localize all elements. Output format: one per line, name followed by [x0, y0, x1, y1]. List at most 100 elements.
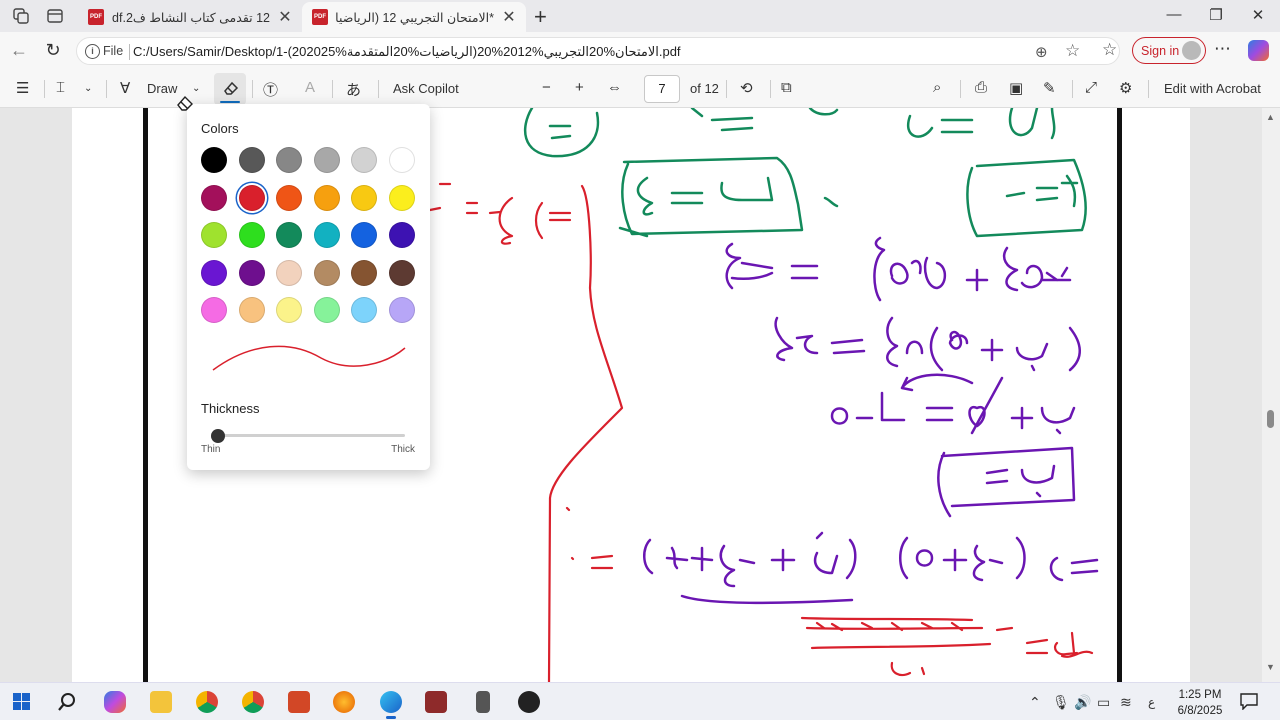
color-swatch[interactable]: [313, 184, 340, 211]
color-swatch[interactable]: [351, 259, 378, 286]
color-swatch[interactable]: [313, 259, 340, 286]
fullscreen-icon[interactable]: ⤢: [1085, 79, 1097, 96]
thickness-slider-track[interactable]: [215, 434, 405, 437]
zoom-in-icon[interactable]: +: [575, 79, 584, 96]
powerpoint-icon[interactable]: [288, 691, 310, 713]
read-aloud-icon[interactable]: あ: [346, 79, 361, 100]
color-swatch[interactable]: [276, 184, 303, 211]
color-swatch[interactable]: [313, 297, 340, 323]
copilot-app-icon[interactable]: [104, 691, 126, 713]
color-swatch[interactable]: [276, 259, 303, 286]
battery-icon[interactable]: ▭: [1097, 694, 1110, 711]
color-swatch[interactable]: [238, 259, 265, 286]
calculator-icon[interactable]: [476, 691, 490, 713]
color-swatch[interactable]: [238, 222, 265, 248]
close-window-icon[interactable]: ✕: [1248, 6, 1268, 24]
refresh-icon[interactable]: ↻: [42, 40, 64, 61]
obs-icon[interactable]: [518, 691, 540, 713]
color-swatch[interactable]: [201, 259, 227, 286]
color-swatch[interactable]: [388, 147, 415, 173]
tab-activity-book[interactable]: PDF 12 تقدمى كتاب النشاط ف2.pdf ✕: [78, 2, 302, 32]
wifi-icon[interactable]: ≋: [1120, 694, 1132, 711]
ask-copilot-button[interactable]: Ask Copilot: [393, 81, 459, 96]
address-bar[interactable]: i File C:/Users/Samir/Desktop/1-(202025%…: [76, 37, 1120, 65]
fit-width-icon[interactable]: ⇔: [607, 79, 622, 96]
close-tab-icon[interactable]: ✕: [278, 7, 292, 27]
chrome-icon[interactable]: [242, 691, 264, 713]
site-info-icon[interactable]: i: [85, 44, 100, 59]
highlight-icon[interactable]: ⌶: [56, 79, 65, 96]
color-swatch[interactable]: [351, 147, 378, 173]
color-swatch[interactable]: [276, 297, 303, 323]
sign-in-button[interactable]: Sign in: [1132, 37, 1206, 64]
save-as-icon[interactable]: ✎: [1043, 79, 1056, 97]
thickness-slider-handle[interactable]: [211, 429, 225, 443]
scrollbar-thumb[interactable]: [1267, 410, 1274, 428]
favorite-star-icon[interactable]: ☆: [1065, 41, 1080, 61]
color-swatch[interactable]: [238, 297, 265, 323]
page-view-icon[interactable]: ⧉: [781, 79, 792, 96]
contents-icon[interactable]: ☰: [16, 79, 29, 97]
color-swatch[interactable]: [201, 222, 227, 248]
search-icon[interactable]: ⌕: [933, 79, 941, 96]
settings-gear-icon[interactable]: ⚙: [1119, 79, 1132, 97]
draw-button[interactable]: Draw: [147, 81, 177, 96]
notifications-icon[interactable]: [1240, 693, 1258, 710]
new-tab-icon[interactable]: +: [534, 4, 547, 30]
more-menu-icon[interactable]: ⋯: [1214, 39, 1231, 59]
text-format-icon[interactable]: A: [305, 79, 315, 96]
workspaces-icon[interactable]: [12, 7, 30, 25]
chrome-profile-icon[interactable]: [196, 691, 218, 713]
add-text-icon[interactable]: Ⓣ: [263, 79, 278, 100]
winrar-icon[interactable]: [425, 691, 447, 713]
color-swatch[interactable]: [276, 147, 303, 173]
volume-icon[interactable]: 🔊: [1074, 694, 1091, 711]
windows-start-icon[interactable]: [13, 693, 30, 710]
zoom-icon[interactable]: ⊕: [1035, 43, 1048, 61]
color-swatch[interactable]: [313, 222, 340, 248]
color-swatch[interactable]: [351, 297, 378, 323]
search-icon[interactable]: [57, 692, 77, 712]
color-swatch[interactable]: [238, 184, 265, 211]
scroll-up-icon[interactable]: ▲: [1266, 112, 1275, 122]
color-swatch[interactable]: [201, 184, 227, 211]
zoom-out-icon[interactable]: −: [542, 79, 551, 96]
microphone-icon[interactable]: 🎙: [1052, 694, 1070, 711]
close-tab-icon[interactable]: ✕: [502, 7, 516, 27]
favorites-icon[interactable]: ☆: [1102, 40, 1117, 60]
clock[interactable]: 1:25 PM 6/8/2025: [1170, 687, 1230, 719]
print-icon[interactable]: ⎙: [975, 79, 987, 96]
url-text[interactable]: C:/Users/Samir/Desktop/1-(202025%الامتحا…: [133, 44, 681, 60]
edge-icon[interactable]: [380, 691, 402, 719]
firefox-icon[interactable]: [333, 691, 355, 713]
color-swatch[interactable]: [351, 184, 378, 211]
color-swatch[interactable]: [388, 297, 415, 323]
color-swatch[interactable]: [238, 147, 265, 173]
color-swatch[interactable]: [313, 147, 340, 173]
tab-actions-icon[interactable]: [46, 7, 64, 25]
draw-pen-icon[interactable]: ∀: [120, 79, 130, 97]
file-explorer-icon[interactable]: [150, 691, 172, 713]
save-icon[interactable]: ▣: [1009, 79, 1023, 97]
color-swatch[interactable]: [388, 184, 415, 211]
rotate-icon[interactable]: ⟲: [740, 79, 753, 97]
color-swatch[interactable]: [201, 147, 227, 173]
erase-button[interactable]: [214, 73, 246, 105]
input-language-indicator[interactable]: ع: [1148, 695, 1155, 709]
minimize-icon[interactable]: —: [1164, 6, 1184, 23]
page-number-input[interactable]: 7: [644, 75, 680, 103]
restore-icon[interactable]: ❐: [1206, 6, 1226, 24]
tab-trial-exam[interactable]: PDF *الامتحان التجريبي 12 (الرياضيات الـ…: [302, 2, 526, 32]
color-swatch[interactable]: [388, 259, 415, 286]
copilot-icon[interactable]: [1248, 40, 1269, 61]
color-swatch[interactable]: [201, 297, 227, 323]
color-swatch[interactable]: [388, 222, 415, 248]
highlight-dropdown-icon[interactable]: ⌄: [84, 83, 92, 94]
edit-with-acrobat-button[interactable]: Edit with Acrobat: [1164, 81, 1261, 96]
color-swatch[interactable]: [276, 222, 303, 248]
draw-dropdown-icon[interactable]: ⌄: [192, 83, 200, 94]
vertical-scrollbar[interactable]: ▲ ▼: [1262, 108, 1280, 682]
back-icon[interactable]: ←: [8, 40, 30, 61]
show-hidden-icons-chevron-icon[interactable]: ⌃: [1029, 694, 1041, 711]
scroll-down-icon[interactable]: ▼: [1266, 662, 1275, 672]
